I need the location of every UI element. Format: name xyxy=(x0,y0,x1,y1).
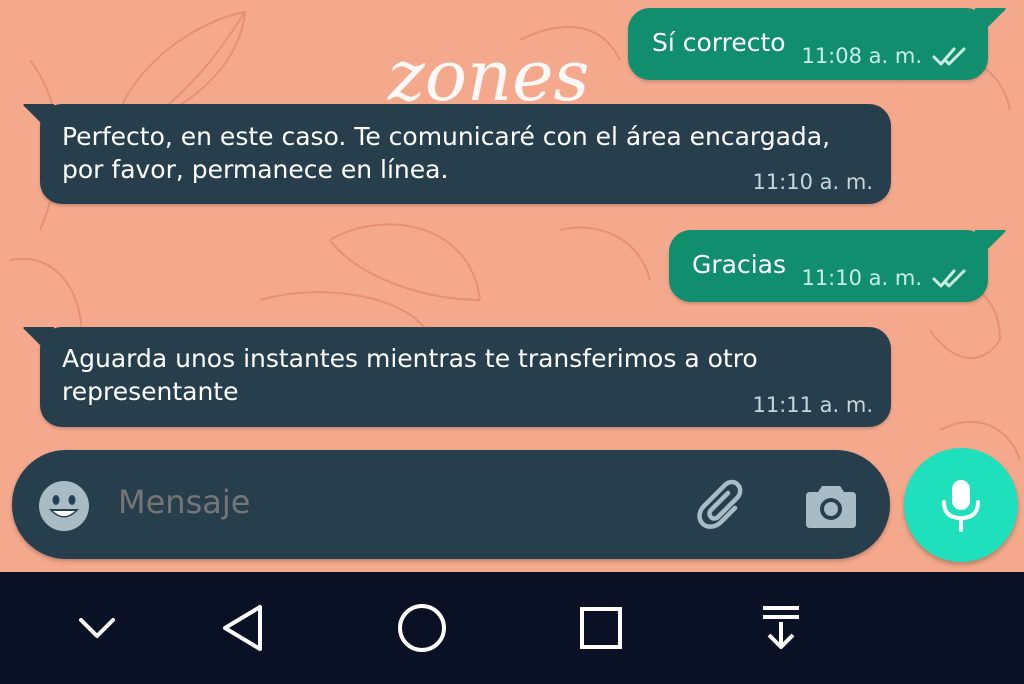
message-incoming[interactable]: Perfecto, en este caso. Te comunicaré co… xyxy=(40,104,891,204)
emoji-icon[interactable] xyxy=(38,480,90,532)
message-outgoing[interactable]: Sí correcto 11:08 a. m. xyxy=(628,8,988,80)
message-text: Perfecto, en este caso. Te comunicaré co… xyxy=(62,122,831,184)
paperclip-icon[interactable] xyxy=(697,478,753,534)
message-meta: 11:10 a. m. xyxy=(801,266,970,290)
recents-square-icon[interactable] xyxy=(571,598,631,658)
bubble-tail xyxy=(975,230,1006,252)
voice-message-button[interactable] xyxy=(904,448,1018,562)
message-time: 11:10 a. m. xyxy=(801,266,922,290)
double-check-icon xyxy=(932,269,966,288)
message-meta: 11:08 a. m. xyxy=(801,44,970,68)
message-incoming[interactable]: Aguarda unos instantes mientras te trans… xyxy=(40,327,891,427)
notification-pull-icon[interactable] xyxy=(751,598,811,658)
back-triangle-icon[interactable] xyxy=(214,598,274,658)
message-composer[interactable] xyxy=(12,450,890,559)
message-meta: 11:10 a. m. xyxy=(752,170,873,194)
message-input[interactable] xyxy=(118,483,678,521)
message-outgoing[interactable]: Gracias 11:10 a. m. xyxy=(669,230,988,302)
system-navigation-bar xyxy=(0,572,1024,684)
message-time: 11:08 a. m. xyxy=(801,44,922,68)
message-text: Gracias xyxy=(692,250,787,279)
mic-icon xyxy=(942,480,980,532)
double-check-icon xyxy=(932,47,966,66)
message-text: Aguarda unos instantes mientras te trans… xyxy=(62,344,758,406)
chevron-down-icon[interactable] xyxy=(67,598,127,658)
camera-icon[interactable] xyxy=(804,480,858,530)
message-time: 11:10 a. m. xyxy=(752,170,873,194)
home-circle-icon[interactable] xyxy=(392,598,452,658)
bubble-tail xyxy=(975,8,1006,30)
message-time: 11:11 a. m. xyxy=(752,393,873,417)
message-meta: 11:11 a. m. xyxy=(752,393,873,417)
bubble-tail xyxy=(23,327,54,349)
bubble-tail xyxy=(23,104,54,126)
message-text: Sí correcto xyxy=(652,28,786,57)
